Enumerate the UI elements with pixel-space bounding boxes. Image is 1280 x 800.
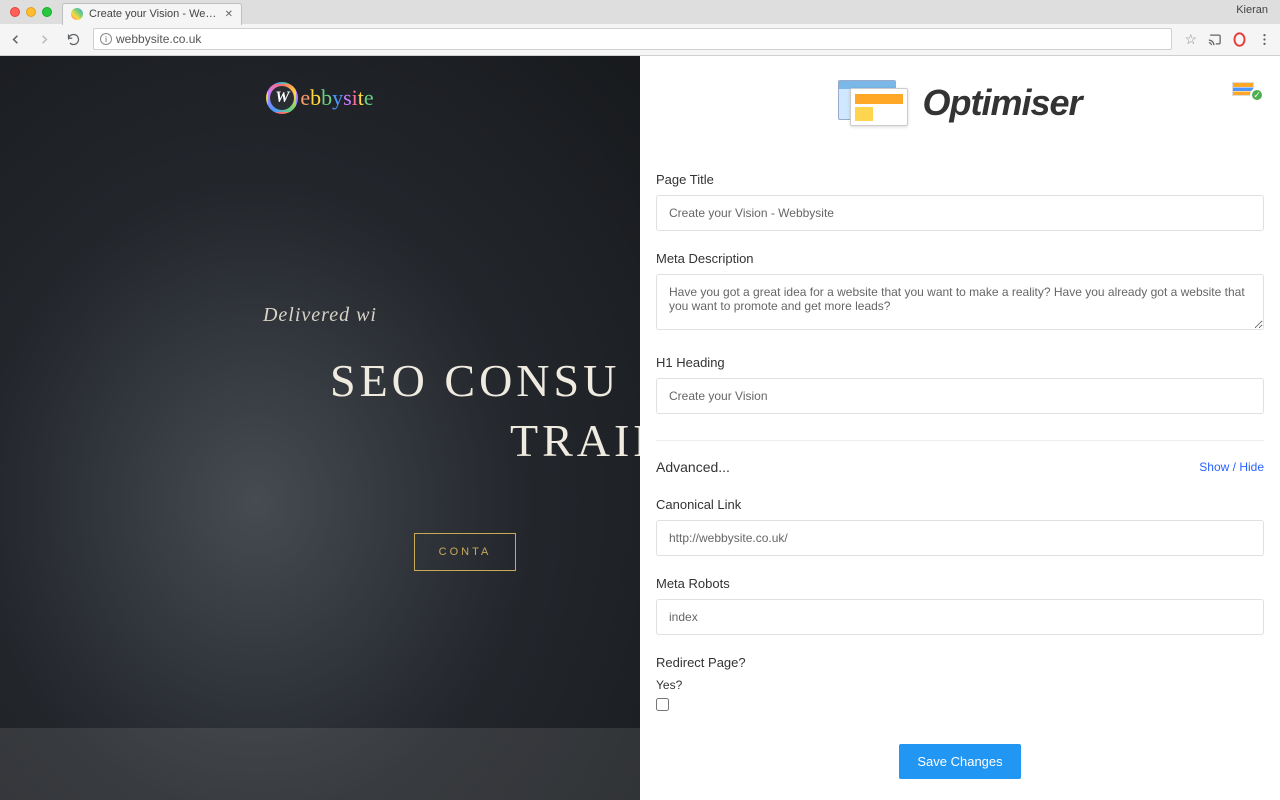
canonical-link-label: Canonical Link <box>656 497 1264 512</box>
favicon-icon <box>71 8 83 20</box>
bookmark-icon[interactable]: ☆ <box>1184 31 1197 48</box>
tab-title: Create your Vision - Webbysi <box>89 8 219 20</box>
contact-button[interactable]: CONTA <box>414 533 517 571</box>
nav-buttons <box>8 32 81 47</box>
page-title-input[interactable] <box>656 195 1264 231</box>
maximize-window-icon[interactable] <box>42 7 52 17</box>
panel-header: Optimiser <box>656 80 1264 126</box>
logo-mark-icon: W <box>266 82 298 114</box>
menu-icon[interactable] <box>1257 32 1272 47</box>
window-controls <box>10 7 52 17</box>
tab-strip: Create your Vision - Webbysi ✕ Kieran <box>0 0 1280 24</box>
info-icon[interactable]: i <box>100 33 112 45</box>
forward-icon[interactable] <box>37 32 52 47</box>
website-preview: W ebbysite Delivered wi SEO CONSU TRAIN … <box>0 56 640 800</box>
reload-icon[interactable] <box>66 32 81 47</box>
browser-tab[interactable]: Create your Vision - Webbysi ✕ <box>62 3 242 25</box>
h1-heading-label: H1 Heading <box>656 355 1264 370</box>
back-icon[interactable] <box>8 32 23 47</box>
show-hide-toggle[interactable]: Show / Hide <box>1199 460 1264 474</box>
close-tab-icon[interactable]: ✕ <box>225 9 233 20</box>
divider <box>656 440 1264 441</box>
meta-description-label: Meta Description <box>656 251 1264 266</box>
advanced-heading: Advanced... <box>656 459 730 475</box>
toolbar-right: ☆ <box>1184 31 1272 48</box>
hero-subtitle: Delivered wi <box>0 304 640 327</box>
meta-robots-label: Meta Robots <box>656 576 1264 591</box>
save-changes-button[interactable]: Save Changes <box>899 744 1020 779</box>
page-content: W ebbysite Delivered wi SEO CONSU TRAIN … <box>0 56 1280 800</box>
browser-chrome: Create your Vision - Webbysi ✕ Kieran i … <box>0 0 1280 56</box>
hero-heading: SEO CONSU TRAIN <box>0 351 640 471</box>
cast-icon[interactable] <box>1207 32 1222 47</box>
redirect-yes-label: Yes? <box>656 678 1264 692</box>
optimiser-panel: ✓ Optimiser Page Title Meta Description … <box>640 56 1280 800</box>
footer-band <box>0 728 640 800</box>
profile-name[interactable]: Kieran <box>1236 4 1268 16</box>
page-title-label: Page Title <box>656 172 1264 187</box>
close-window-icon[interactable] <box>10 7 20 17</box>
browser-toolbar: i webbysite.co.uk ☆ <box>0 24 1280 55</box>
h1-heading-input[interactable] <box>656 378 1264 414</box>
optimiser-logo-icon <box>838 80 908 126</box>
redirect-page-label: Redirect Page? <box>656 655 1264 670</box>
redirect-checkbox[interactable] <box>656 698 669 711</box>
canonical-link-input[interactable] <box>656 520 1264 556</box>
opera-icon[interactable] <box>1232 32 1247 47</box>
url-text: webbysite.co.uk <box>116 32 201 46</box>
minimize-window-icon[interactable] <box>26 7 36 17</box>
meta-robots-input[interactable] <box>656 599 1264 635</box>
hero-section: Delivered wi SEO CONSU TRAIN CONTA <box>0 304 640 571</box>
address-bar[interactable]: i webbysite.co.uk <box>93 28 1172 50</box>
check-icon: ✓ <box>1250 88 1264 102</box>
logo-text: ebbysite <box>300 85 373 111</box>
meta-description-input[interactable]: Have you got a great idea for a website … <box>656 274 1264 330</box>
status-badge: ✓ <box>1232 80 1262 100</box>
panel-title: Optimiser <box>922 82 1081 124</box>
site-logo[interactable]: W ebbysite <box>0 56 640 114</box>
